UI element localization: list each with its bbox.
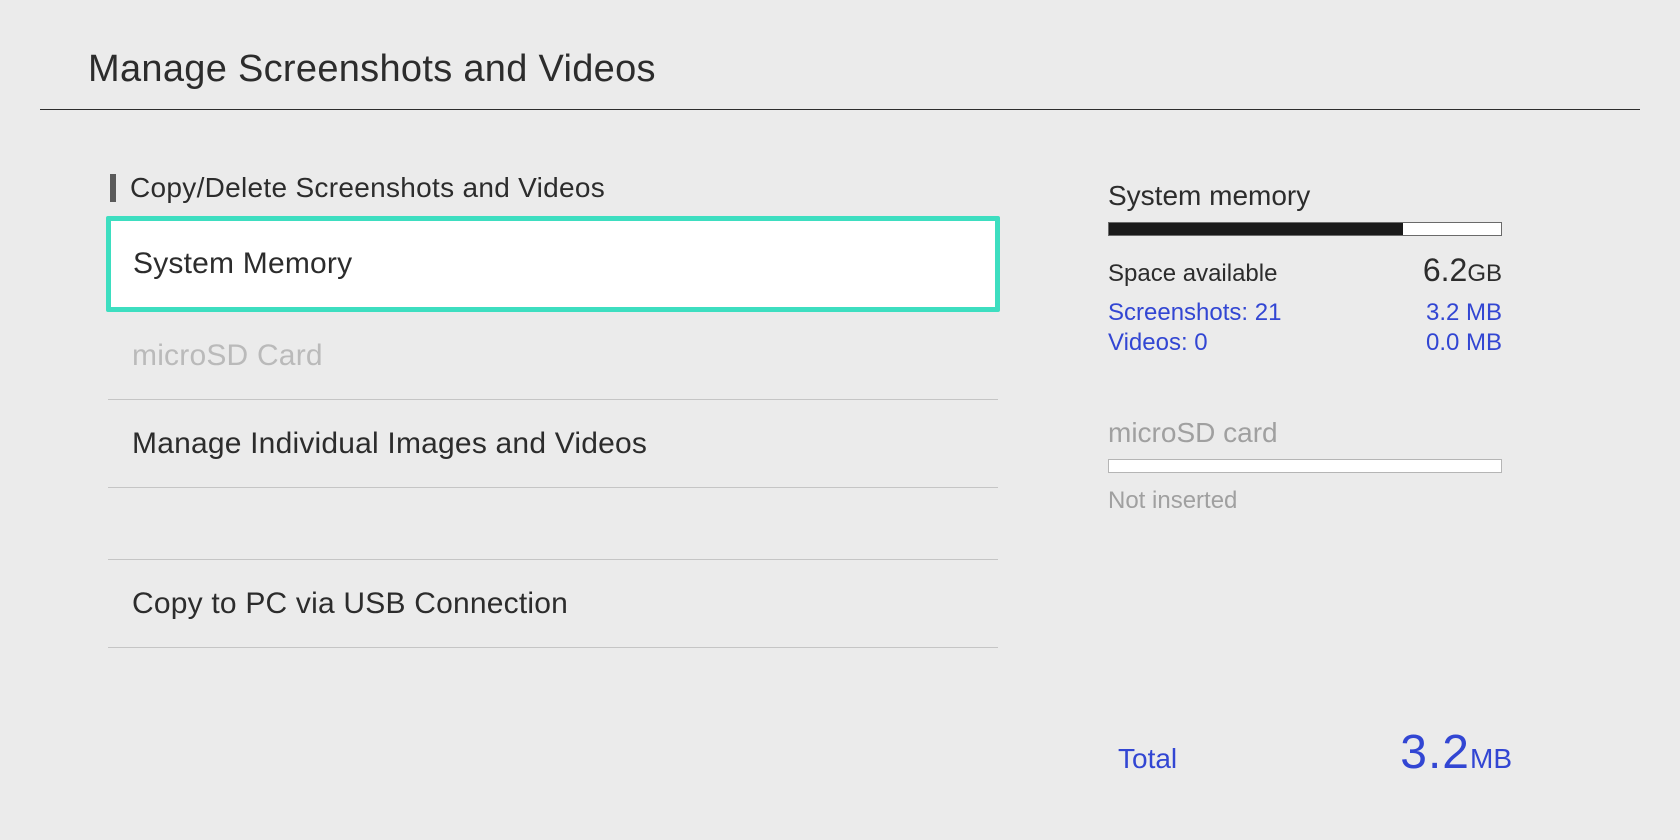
space-available-value: 6.2GB [1423,252,1502,289]
videos-label: Videos: 0 [1108,329,1208,357]
menu-item-microsd[interactable]: microSD Card [108,312,998,400]
space-available-row: Space available 6.2GB [1108,252,1502,289]
system-memory-progress [1108,222,1502,236]
space-available-label: Space available [1108,260,1277,288]
total-row: Total 3.2MB [1118,725,1512,780]
microsd-panel: microSD card Not inserted [1108,417,1538,515]
total-value-wrap: 3.2MB [1400,725,1512,780]
videos-row: Videos: 0 0.0 MB [1108,329,1502,357]
system-memory-title: System memory [1108,180,1538,212]
menu-item-system-memory[interactable]: System Memory [106,216,1000,312]
section-bar-icon [110,174,116,202]
screenshots-size: 3.2 MB [1426,299,1502,327]
section-header: Copy/Delete Screenshots and Videos [110,172,998,204]
total-label: Total [1118,743,1177,775]
menu-item-manage-individual[interactable]: Manage Individual Images and Videos [108,400,998,488]
menu-item-label: microSD Card [132,339,323,373]
menu-item-copy-to-pc[interactable]: Copy to PC via USB Connection [108,560,998,648]
header-divider [40,109,1640,110]
menu-gap [108,488,998,560]
microsd-status: Not inserted [1108,487,1538,515]
menu-column: Copy/Delete Screenshots and Videos Syste… [108,172,998,648]
videos-size: 0.0 MB [1426,329,1502,357]
content-area: Copy/Delete Screenshots and Videos Syste… [0,172,1680,648]
microsd-progress [1108,459,1502,473]
storage-column: System memory Space available 6.2GB Scre… [1108,172,1538,648]
menu-item-label: Copy to PC via USB Connection [132,587,568,621]
menu-item-label: Manage Individual Images and Videos [132,427,647,461]
screenshots-label: Screenshots: 21 [1108,299,1281,327]
section-title: Copy/Delete Screenshots and Videos [130,172,605,204]
section-gap [1108,359,1538,417]
page-header: Manage Screenshots and Videos [0,0,1680,109]
menu-item-label: System Memory [133,247,352,281]
page-title: Manage Screenshots and Videos [88,48,1680,91]
microsd-title: microSD card [1108,417,1538,449]
screenshots-row: Screenshots: 21 3.2 MB [1108,299,1502,327]
system-memory-progress-fill [1109,223,1403,235]
system-memory-panel: System memory Space available 6.2GB Scre… [1108,180,1538,357]
